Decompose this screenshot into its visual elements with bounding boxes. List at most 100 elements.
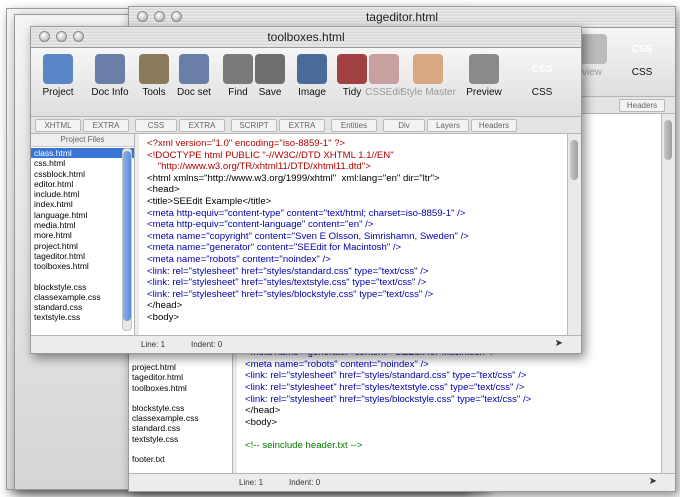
tab-extra-5[interactable]: EXTRA	[279, 119, 325, 132]
doc-info-button[interactable]: Doc Info	[87, 52, 133, 98]
file-list-item[interactable]: css.html	[34, 158, 131, 168]
tab-div-7[interactable]: Div	[383, 119, 425, 132]
code-line: <link: rel="stylesheet" href="styles/tex…	[147, 277, 427, 289]
tab-headers-9[interactable]: Headers	[471, 119, 517, 132]
file-list-item[interactable]: include.html	[34, 189, 131, 199]
code-line: "http://www.w3.org/TR/xhtml11/DTD/xhtml1…	[147, 161, 371, 173]
project-files-panel: Project Files class.html css.html cssblock…	[31, 134, 135, 343]
save-button[interactable]: Save	[247, 52, 293, 98]
preview-button[interactable]: Preview	[461, 52, 507, 98]
file-list-item[interactable]: standard.css	[132, 423, 229, 433]
save-icon	[255, 54, 285, 84]
front-window[interactable]: toolboxes.html Project Doc Info Tools Doc s…	[30, 26, 582, 354]
file-list-item[interactable]: standard.css	[34, 302, 131, 312]
code-line: <html xmlns="http://www.w3.org/1999/xhtm…	[147, 172, 440, 184]
back-editor-scrollbar[interactable]	[661, 114, 675, 473]
file-list-item[interactable]: editor.html	[34, 179, 131, 189]
file-list-item[interactable]: index.html	[34, 199, 131, 209]
back-window-titlebar[interactable]: tageditor.html	[129, 7, 675, 28]
code-line: <meta http-equiv="content-type" content=…	[147, 207, 466, 219]
preview-icon	[469, 54, 499, 84]
file-list-item[interactable]: blockstyle.css	[132, 403, 229, 413]
code-line: <head>	[147, 184, 180, 196]
code-line: <?xml version="1.0" encoding="iso-8859-1…	[147, 138, 346, 149]
style-master-button[interactable]: Style Master	[399, 52, 457, 98]
back-scroll-thumb[interactable]	[664, 120, 672, 160]
indent-indicator: Indent: 0	[289, 478, 321, 487]
editor-scrollbar[interactable]	[567, 134, 581, 335]
file-list-item[interactable]: textstyle.css	[132, 434, 229, 444]
file-list-item[interactable]: classexample.css	[34, 292, 131, 302]
back-window-title: tageditor.html	[365, 10, 439, 24]
doc-info-icon	[95, 54, 125, 84]
image-icon	[297, 54, 327, 84]
file-list-item[interactable]: project.html	[34, 241, 131, 251]
file-list-item[interactable]: toolboxes.html	[132, 383, 229, 393]
code-line: <body>	[147, 311, 180, 323]
css-button[interactable]: CSS CSS	[519, 52, 565, 99]
file-list-item[interactable]: more.html	[34, 230, 131, 240]
cssedit-icon	[369, 54, 399, 84]
tab-entities-6[interactable]: Entities	[331, 119, 377, 132]
file-list-item[interactable]: tageditor.html	[34, 251, 131, 261]
style-master-icon	[413, 54, 443, 84]
front-window-titlebar[interactable]: toolboxes.html	[31, 27, 581, 48]
file-list-item[interactable]: language.html	[34, 210, 131, 220]
tab-extra-3[interactable]: EXTRA	[179, 119, 225, 132]
code-line: <meta name="robots" content="noindex" />	[147, 253, 331, 265]
front-tab-row: XHTML EXTRA CSS EXTRA SCRIPT EXTRA Entities Div…	[31, 117, 581, 134]
file-list-item[interactable]: classexample.css	[132, 413, 229, 423]
tab-xhtml-0[interactable]: XHTML	[35, 119, 81, 132]
code-line: <link: rel="stylesheet" href="styles/blo…	[147, 288, 434, 300]
code-line: <link: rel="stylesheet" href="styles/sta…	[245, 370, 527, 382]
doc-set-button[interactable]: Doc set	[171, 52, 217, 98]
code-line: </head>	[147, 300, 183, 312]
tab-headers[interactable]: Headers	[619, 99, 665, 112]
code-editor[interactable]: <?xml version="1.0" encoding="iso-8859-1…	[139, 134, 567, 335]
tab-css-2[interactable]: CSS	[135, 119, 177, 132]
file-list-item[interactable]: media.html	[34, 220, 131, 230]
doc-set-icon	[179, 54, 209, 84]
code-line: <!DOCTYPE html PUBLIC "-//W3C//DTD XHTML…	[147, 149, 394, 161]
code-line: <meta name="copyright" content="Sven E O…	[147, 230, 469, 242]
code-line: <meta http-equiv="content-language" cont…	[147, 219, 374, 231]
project-files-header: Project Files	[31, 134, 134, 147]
corner-arrow-icon[interactable]: ➤	[649, 476, 657, 487]
file-list-item[interactable]: cssblock.html	[34, 169, 131, 179]
css-icon: CSS	[631, 43, 653, 55]
line-indicator: Line: 1	[141, 340, 166, 349]
code-line: <!-- seinclude header.txt -->	[245, 439, 363, 451]
file-list-item[interactable]: project.html	[132, 362, 229, 372]
css-icon: CSS	[531, 63, 553, 75]
css-button[interactable]: CSS CSS	[619, 32, 665, 79]
code-line: <body>	[245, 416, 278, 428]
code-line: <meta name="robots" content="noindex" />	[245, 358, 429, 370]
front-window-title: toolboxes.html	[267, 30, 345, 44]
code-line: <link: rel="stylesheet" href="styles/blo…	[245, 393, 532, 405]
tab-layers-8[interactable]: Layers	[427, 119, 469, 132]
tab-extra-1[interactable]: EXTRA	[83, 119, 129, 132]
file-list-scroll-thumb[interactable]	[123, 151, 131, 321]
file-list-item[interactable]: class.html	[31, 148, 134, 159]
file-list-scrollbar[interactable]	[122, 148, 132, 331]
file-list-item[interactable]: blockstyle.css	[34, 282, 131, 292]
code-line: <title>SEEdit Example</title>	[147, 195, 272, 207]
corner-arrow-icon[interactable]: ➤	[555, 338, 563, 349]
project-folder-icon	[43, 54, 73, 84]
file-list-item[interactable]: footer.txt	[132, 454, 229, 464]
file-list-item[interactable]: tageditor.html	[132, 372, 229, 382]
editor-scroll-thumb[interactable]	[570, 140, 578, 180]
indent-indicator: Indent: 0	[191, 340, 223, 349]
tools-icon	[139, 54, 169, 84]
project-button[interactable]: Project	[35, 52, 81, 98]
file-list-item[interactable]: toolboxes.html	[34, 261, 131, 271]
tab-script-4[interactable]: SCRIPT	[231, 119, 277, 132]
file-list: class.html css.html cssblock.html editor.ht…	[31, 147, 134, 344]
back-status-bar: Line: 1 Indent: 0 ➤	[129, 473, 675, 491]
file-list-item[interactable]: textstyle.css	[34, 312, 131, 322]
